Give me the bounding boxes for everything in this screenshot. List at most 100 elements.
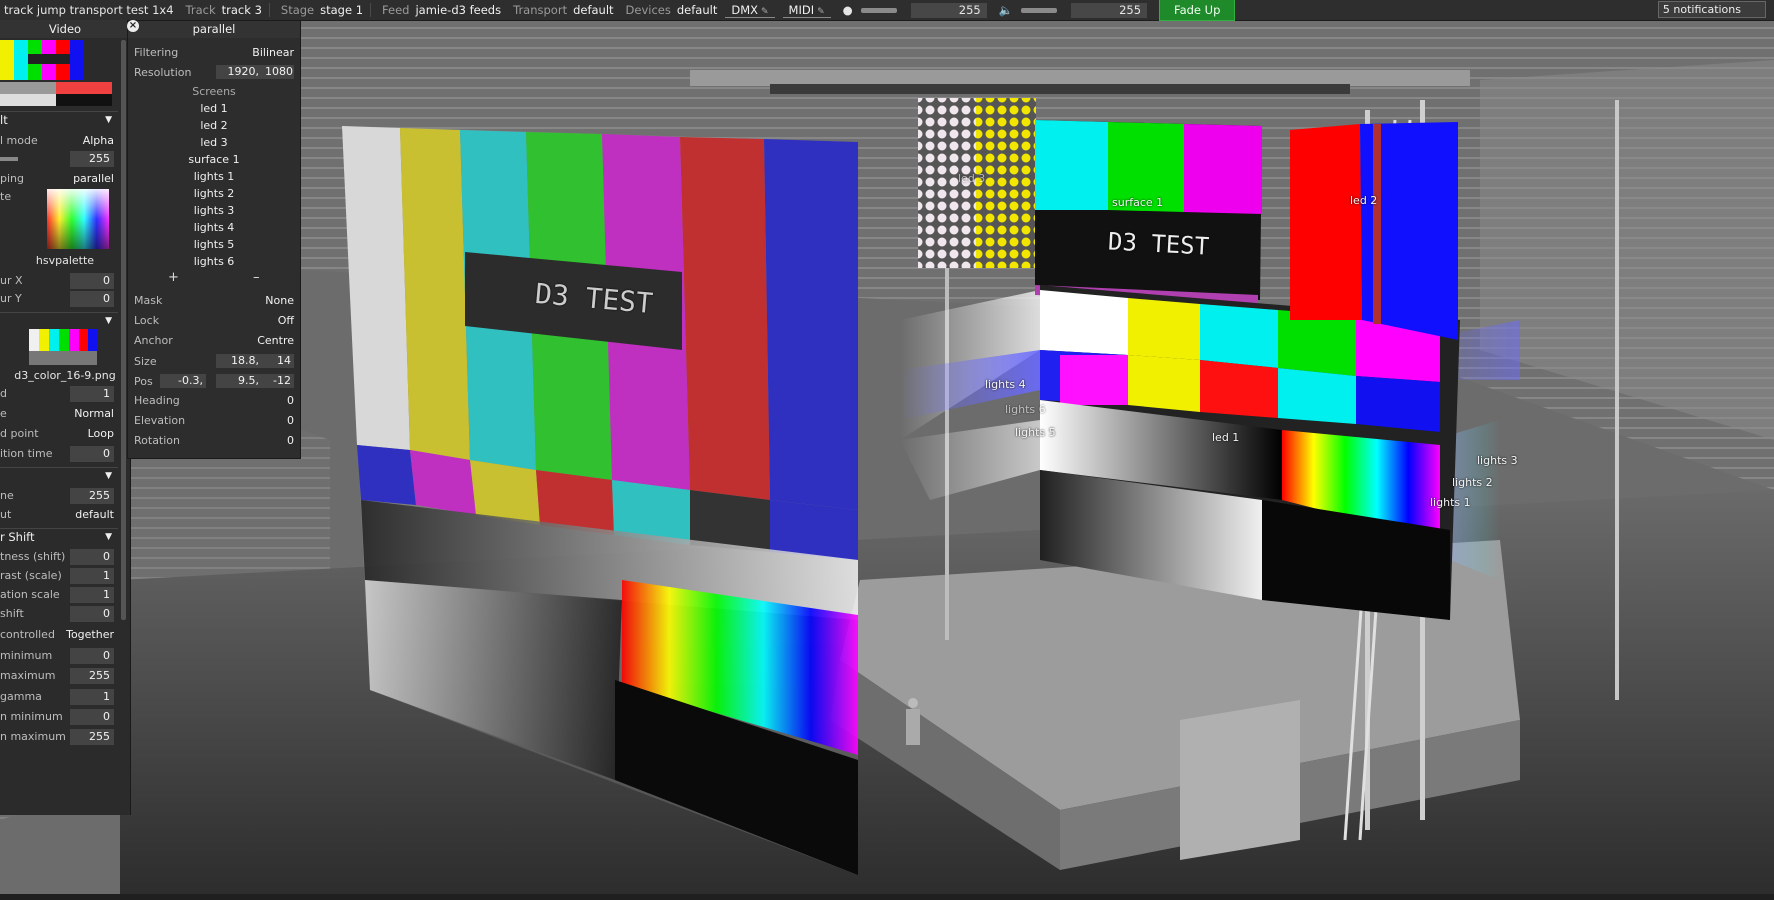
input-maximum-row[interactable]: maximum 255 <box>0 668 118 684</box>
screen-item[interactable]: lights 2 <box>128 186 300 201</box>
fade-up-button[interactable]: Fade Up <box>1159 0 1236 21</box>
end-point-row[interactable]: d point Loop <box>0 426 118 442</box>
palette-name: hsvpalette <box>35 254 95 267</box>
screens-heading: Screens <box>192 85 236 98</box>
project-title[interactable]: track jump transport test 1x4 <box>0 3 178 17</box>
midi-label: MIDI <box>788 2 815 17</box>
media-filename: d3_color_16-9.png <box>14 369 116 382</box>
label-surface-1: surface 1 <box>1112 196 1164 209</box>
screen-item[interactable]: led 1 <box>128 101 300 116</box>
divider <box>370 3 372 17</box>
gamma-row[interactable]: gamma 1 <box>0 689 118 705</box>
volume-value[interactable]: 255 <box>1071 2 1148 18</box>
midi-button[interactable]: MIDI ✎ <box>782 2 831 18</box>
volume-row[interactable]: ne 255 <box>0 488 118 504</box>
close-icon[interactable]: × <box>127 20 139 32</box>
rotation-row[interactable]: Rotation 0 <box>134 432 294 449</box>
section-volume[interactable]: ▼ <box>0 467 118 484</box>
pos-z: -12 <box>262 374 294 388</box>
rgb-controlled-row[interactable]: controlled Together <box>0 627 118 643</box>
heading-row[interactable]: Heading 0 <box>134 392 294 409</box>
dmx-button[interactable]: DMX ✎ <box>725 2 775 18</box>
mapping-row[interactable]: ping parallel <box>0 171 118 187</box>
screen-item[interactable]: led 2 <box>128 118 300 133</box>
notifications-button[interactable]: 5 notifications <box>1657 1 1766 18</box>
anchor-row[interactable]: Anchor Centre <box>134 332 294 349</box>
size-height: 14 <box>262 354 294 368</box>
devices-label: Devices <box>625 3 671 17</box>
top-bar: track jump transport test 1x4 Track trac… <box>0 0 1774 21</box>
video-layer-editor: Video lt ▼ l mode Alpha 255 ping parallel t… <box>0 20 131 815</box>
label-lights-5: lights 5 <box>1015 426 1056 439</box>
track-label: Track <box>185 3 216 17</box>
play-mode-row[interactable]: e Normal <box>0 406 118 422</box>
stage-value[interactable]: stage 1 <box>318 3 367 17</box>
resolution-height: 1080 <box>262 65 294 79</box>
label-lights-3: lights 3 <box>1477 454 1518 467</box>
volume-slider[interactable] <box>1021 7 1058 13</box>
surface-1-screen <box>1035 120 1262 305</box>
transport-value[interactable]: default <box>571 3 617 17</box>
hue-shift-row[interactable]: shift 0 <box>0 606 118 622</box>
chevron-down-icon: ▼ <box>105 471 112 481</box>
resolution-row[interactable]: Resolution 1920, 1080 <box>134 64 294 81</box>
input-minimum-row[interactable]: minimum 0 <box>0 648 118 664</box>
devices-value[interactable]: default <box>675 3 721 17</box>
transition-time-row[interactable]: ition time 0 <box>0 446 118 462</box>
speed-row[interactable]: d1 <box>0 386 118 402</box>
screen-item[interactable]: lights 4 <box>128 220 300 235</box>
stage-label: Stage <box>280 3 315 17</box>
brightness-row[interactable]: 255 <box>0 151 118 167</box>
label-lights-2: lights 2 <box>1452 476 1493 489</box>
screen-item[interactable]: surface 1 <box>128 152 300 167</box>
video-thumbnail[interactable] <box>0 40 112 108</box>
media-thumbnail[interactable] <box>29 329 97 365</box>
screen-item[interactable]: lights 5 <box>128 237 300 252</box>
saturation-scale-row[interactable]: ation scale 1 <box>0 587 118 603</box>
remove-screen-button[interactable]: – <box>253 270 260 285</box>
lock-row[interactable]: Lock Off <box>134 312 294 329</box>
pos-y: 9.5, <box>216 374 262 388</box>
screen-object-editor: × parallel Filtering Bilinear Resolution … <box>127 20 301 408</box>
resolution-width: 1920, <box>216 65 262 79</box>
brightness-shift-row[interactable]: tness (shift) 0 <box>0 549 118 565</box>
blend-mode-row[interactable]: l mode Alpha <box>0 133 118 149</box>
mask-row[interactable]: Mask None <box>134 292 294 309</box>
mini-slider <box>0 157 18 161</box>
blur-y-row[interactable]: ur Y0 <box>0 291 118 307</box>
dmx-label: DMX <box>731 2 758 17</box>
video-panel-title: Video <box>0 20 130 38</box>
screen-item[interactable]: led 3 <box>128 135 300 150</box>
divider <box>268 3 270 17</box>
section-colour-shift[interactable]: r Shift ▼ <box>0 528 118 545</box>
elevation-row[interactable]: Elevation 0 <box>134 412 294 429</box>
pos-row[interactable]: Pos -0.3, 9.5, -12 <box>134 373 294 390</box>
pencil-icon: ✎ <box>817 6 825 17</box>
output-minimum-row[interactable]: n minimum 0 <box>0 709 118 725</box>
output-row[interactable]: ut default <box>0 507 118 523</box>
screen-item[interactable]: lights 6 <box>128 254 300 269</box>
screen-item[interactable]: lights 1 <box>128 169 300 184</box>
filtering-row[interactable]: Filtering Bilinear <box>134 44 294 61</box>
output-maximum-row[interactable]: n maximum 255 <box>0 729 118 745</box>
size-row[interactable]: Size 18.8, 14 <box>134 353 294 370</box>
section-media[interactable]: ▼ <box>0 312 118 329</box>
add-screen-button[interactable]: + <box>168 270 179 285</box>
brightness-slider[interactable] <box>860 7 897 13</box>
section-layout[interactable]: lt ▼ <box>0 111 118 128</box>
size-width: 18.8, <box>216 354 262 368</box>
track-value[interactable]: track 3 <box>220 3 266 17</box>
blur-x-row[interactable]: ur X0 <box>0 273 118 289</box>
object-editor-extra: Heading 0 Elevation 0 Rotation 0 <box>127 394 301 459</box>
screen-item[interactable]: lights 3 <box>128 203 300 218</box>
label-lights-1: lights 1 <box>1430 496 1471 509</box>
panel-scrollbar[interactable] <box>121 40 126 620</box>
pencil-icon: ✎ <box>761 6 769 17</box>
hsv-palette-swatch[interactable] <box>47 189 109 249</box>
brightness-value[interactable]: 255 <box>910 2 987 18</box>
status-bar <box>0 894 1774 900</box>
speaker-icon: 🔈 <box>998 3 1014 17</box>
feed-value[interactable]: jamie-d3 feeds <box>413 3 505 17</box>
contrast-scale-row[interactable]: rast (scale) 1 <box>0 568 118 584</box>
transport-label: Transport <box>513 3 568 17</box>
